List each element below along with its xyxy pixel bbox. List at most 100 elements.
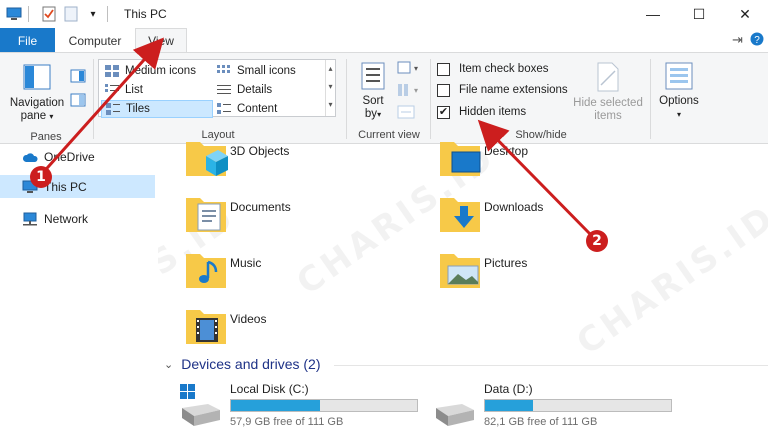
chevron-down-icon: ▾ xyxy=(377,110,382,119)
sort-by-button[interactable]: Sort by▾ xyxy=(354,59,392,121)
network-icon xyxy=(22,212,38,226)
ribbon: Navigation pane ▾ Panes Medium icons Sma… xyxy=(0,52,768,144)
layout-small-icons[interactable]: Small icons xyxy=(213,62,325,80)
layout-content[interactable]: Content xyxy=(213,100,325,118)
new-folder-icon[interactable] xyxy=(63,6,79,22)
sort-by-label-row: by▾ xyxy=(354,108,392,121)
panes-group: Navigation pane ▾ Panes xyxy=(0,53,92,145)
drive-free-space: 82,1 GB free of 111 GB xyxy=(484,416,598,428)
details-pane-icon[interactable] xyxy=(70,93,86,110)
downloads-folder-icon xyxy=(440,198,480,232)
panes-group-label: Panes xyxy=(30,131,62,143)
layout-list-label: List xyxy=(125,84,143,96)
group-separator xyxy=(93,59,94,139)
layout-content-label: Content xyxy=(237,103,278,115)
file-name-extensions-checkbox[interactable] xyxy=(437,83,450,97)
hide-selected-icon xyxy=(597,62,619,92)
window-title: This PC xyxy=(124,7,167,21)
folder-tile[interactable]: Desktop xyxy=(438,132,678,184)
item-check-boxes-checkbox[interactable] xyxy=(437,62,450,76)
hidden-items-checkbox[interactable]: ✔ xyxy=(437,105,450,119)
separator xyxy=(28,6,29,22)
layout-tiles-label: Tiles xyxy=(126,103,150,115)
maximize-button[interactable]: ☐ xyxy=(676,0,722,28)
drive-usage-fill xyxy=(485,400,534,411)
group-separator xyxy=(650,59,651,139)
group-separator xyxy=(346,59,347,139)
chevron-down-icon: ▾ xyxy=(49,112,54,121)
layout-details[interactable]: Details xyxy=(213,81,325,99)
devices-section-header[interactable]: ⌄ Devices and drives (2) xyxy=(164,356,321,372)
sort-by-icon xyxy=(361,62,385,90)
layout-medium-icons[interactable]: Medium icons xyxy=(101,62,213,80)
layout-gallery: Medium icons Small icons List Details Ti… xyxy=(98,59,336,118)
folder-name: Downloads xyxy=(484,200,544,214)
tab-view[interactable]: View xyxy=(135,28,187,53)
checkmark-icon: ✔ xyxy=(438,105,449,118)
folder-tile[interactable]: Documents xyxy=(184,188,424,240)
close-button[interactable]: ✕ xyxy=(722,0,768,28)
svg-text:?: ? xyxy=(754,35,760,46)
add-columns-icon[interactable]: ▾ xyxy=(397,83,419,100)
drive-usage-bar xyxy=(484,399,672,412)
help-icon[interactable]: ? xyxy=(750,32,764,49)
layout-details-label: Details xyxy=(237,84,273,96)
layout-small-icons-label: Small icons xyxy=(237,65,296,77)
customize-quick-access-icon[interactable]: ▾ xyxy=(85,6,101,22)
navigation-pane-label-1: Navigation xyxy=(9,97,65,109)
annotation-badge-2: 2 xyxy=(586,230,608,252)
drive-tile[interactable]: Data (D:) 82,1 GB free of 111 GB xyxy=(432,382,682,432)
item-check-boxes-option[interactable]: Item check boxes xyxy=(437,60,548,78)
drive-usage-bar xyxy=(230,399,418,412)
nav-item-this-pc[interactable]: This PC xyxy=(0,175,155,198)
navigation-pane-label-row: pane ▾ xyxy=(4,110,70,123)
drive-name: Data (D:) xyxy=(484,382,533,396)
folder-tile[interactable]: Music xyxy=(184,244,424,296)
pin-ribbon-icon[interactable]: ⇥ xyxy=(732,32,743,48)
devices-section-title: Devices and drives (2) xyxy=(181,356,321,372)
folder-tile[interactable]: Pictures xyxy=(438,244,678,296)
file-name-extensions-option[interactable]: File name extensions xyxy=(437,81,568,99)
group-separator xyxy=(430,59,431,139)
folder-name: Music xyxy=(230,256,262,270)
svg-text:▾: ▾ xyxy=(414,64,418,73)
details-icon xyxy=(217,84,231,96)
preview-pane-icon[interactable] xyxy=(70,69,86,86)
layout-tiles[interactable]: Tiles xyxy=(101,100,213,118)
nav-item-onedrive[interactable]: OneDrive xyxy=(0,145,155,168)
sort-by-label-1: Sort xyxy=(362,95,384,107)
item-check-boxes-label: Item check boxes xyxy=(459,63,549,75)
medium-icons-icon xyxy=(105,65,119,77)
nav-item-label: Network xyxy=(44,211,89,226)
navigation-pane: OneDrive This PC Network xyxy=(0,145,158,432)
tab-computer[interactable]: Computer xyxy=(58,28,132,53)
folder-tile[interactable]: Downloads xyxy=(438,188,678,240)
section-divider xyxy=(334,365,768,366)
3d-objects-folder-icon xyxy=(186,142,228,176)
windows-drive-icon xyxy=(180,384,220,426)
layout-list[interactable]: List xyxy=(101,81,213,99)
navigation-pane-label-2: pane xyxy=(20,110,47,122)
nav-item-network[interactable]: Network xyxy=(0,207,155,230)
hide-selected-label-1: Hide selected xyxy=(573,97,643,109)
hide-selected-items-button[interactable]: Hide selected items xyxy=(570,61,646,123)
cloud-icon xyxy=(22,150,38,164)
group-by-icon[interactable]: ▾ xyxy=(397,61,419,78)
separator xyxy=(107,6,108,22)
minimize-button[interactable]: — xyxy=(630,0,676,28)
options-button[interactable]: Options ▾ xyxy=(654,59,704,121)
size-columns-icon[interactable] xyxy=(397,105,415,122)
hide-selected-label-2: items xyxy=(594,110,622,122)
folder-tile[interactable]: Videos xyxy=(184,300,424,352)
properties-icon[interactable] xyxy=(41,6,57,22)
navigation-pane-button[interactable]: Navigation pane ▾ xyxy=(4,63,70,123)
options-icon xyxy=(665,62,693,90)
ribbon-tab-bar: File Computer View ⇥ ? xyxy=(0,28,768,53)
folder-tile[interactable]: 3D Objects xyxy=(184,132,424,184)
drive-tile[interactable]: Local Disk (C:) 57,9 GB free of 111 GB xyxy=(178,382,428,432)
drive-free-space: 57,9 GB free of 111 GB xyxy=(230,416,344,428)
layout-gallery-scrollbar[interactable]: ▴ ▾ ▾ xyxy=(325,60,335,116)
hidden-items-option[interactable]: ✔ Hidden items xyxy=(437,103,526,121)
tab-file[interactable]: File xyxy=(0,28,55,53)
content-icon xyxy=(217,103,231,115)
